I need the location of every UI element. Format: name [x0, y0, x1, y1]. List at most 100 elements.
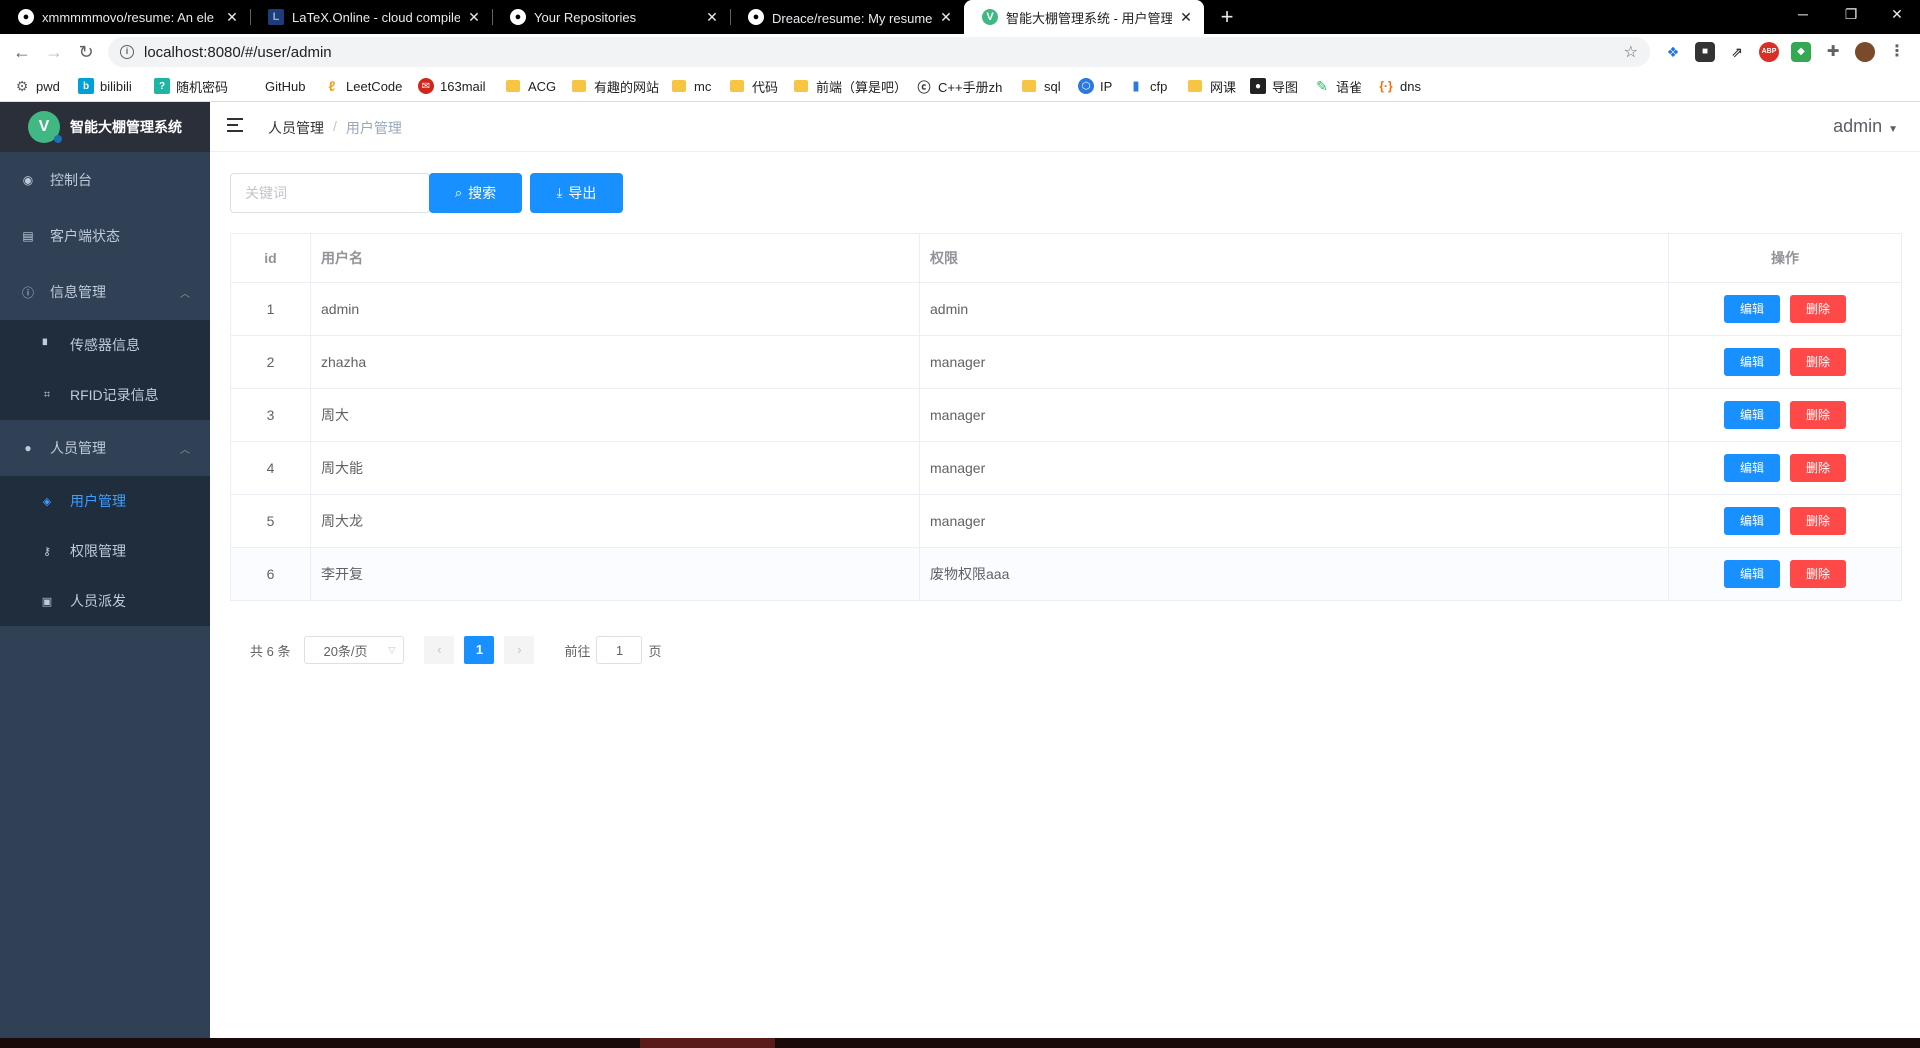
cell-username: 周大龙	[310, 494, 920, 548]
delete-button[interactable]: 删除	[1790, 295, 1846, 323]
bilibili-icon: b	[78, 78, 94, 94]
browser-tab[interactable]: ● xmmmmmovo/resume: An ele ✕	[0, 0, 250, 34]
close-icon[interactable]: ✕	[224, 9, 240, 26]
page-size-select[interactable]: 20条/页 ▽	[304, 636, 405, 664]
sidebar-item-user-management[interactable]: ◈ 用户管理	[0, 476, 210, 526]
bookmark-item[interactable]: {·} dns	[1378, 76, 1421, 96]
bookmark-item[interactable]: ⓒ C++手册zh	[916, 76, 1002, 96]
edit-button[interactable]: 编辑	[1724, 295, 1780, 323]
menu-kebab-icon[interactable]: ⋮	[1887, 42, 1907, 62]
bookmark-folder[interactable]: sql	[1022, 76, 1061, 96]
app-logo[interactable]: V 智能大棚管理系统	[0, 102, 210, 152]
folder-icon	[730, 80, 744, 92]
github-icon: ●	[510, 9, 526, 25]
puzzle-icon[interactable]: ✚	[1823, 42, 1843, 62]
bookmark-item[interactable]: ⬡ IP	[1078, 76, 1112, 96]
close-window-button[interactable]: ✕	[1874, 0, 1920, 30]
reload-icon[interactable]: ↻	[72, 38, 100, 66]
delete-button[interactable]: 删除	[1790, 401, 1846, 429]
user-icon: ●	[24, 441, 32, 455]
bookmark-item[interactable]: b bilibili	[78, 76, 132, 96]
browser-tab-strip: ● xmmmmmovo/resume: An ele ✕ L LaTeX.Onl…	[0, 0, 1920, 34]
new-tab-button[interactable]: +	[1214, 4, 1240, 30]
search-button[interactable]: ⌕ 搜索	[429, 173, 522, 213]
bookmark-folder[interactable]: 有趣的网站	[572, 76, 659, 96]
bookmark-star-icon[interactable]: ☆	[1624, 42, 1638, 62]
info-circle-icon: ⓘ	[21, 285, 34, 300]
close-icon[interactable]: ✕	[1178, 9, 1194, 26]
bookmark-folder[interactable]: 前端（算是吧）	[794, 76, 907, 96]
column-header-actions: 操作	[1668, 233, 1902, 283]
breadcrumb-item[interactable]: 人员管理	[268, 118, 324, 138]
bookmark-folder[interactable]: 代码	[730, 76, 778, 96]
profile-avatar-icon[interactable]	[1855, 42, 1875, 62]
sidebar-item-dashboard[interactable]: ◉ 控制台	[0, 152, 210, 208]
cell-actions: 编辑 删除	[1668, 494, 1902, 548]
adblock-icon[interactable]: ABP	[1759, 42, 1779, 62]
export-button[interactable]: ⤓ 导出	[530, 173, 623, 213]
bookmark-folder[interactable]: ACG	[506, 76, 556, 96]
sidebar-item-staff-dispatch[interactable]: ▣ 人员派发	[0, 576, 210, 626]
sidebar-item-permission-management[interactable]: ⚷ 权限管理	[0, 526, 210, 576]
delete-button[interactable]: 删除	[1790, 454, 1846, 482]
taskbar-item[interactable]	[640, 1038, 775, 1048]
browser-tab-active[interactable]: V 智能大棚管理系统 - 用户管理 ✕	[964, 0, 1204, 34]
extension-icon[interactable]: ⇗	[1727, 42, 1747, 62]
sidebar-item-rfid-info[interactable]: ⌗ RFID记录信息	[0, 370, 210, 420]
bookmark-folder[interactable]: mc	[672, 76, 711, 96]
address-bar[interactable]: i localhost:8080/#/user/admin ☆	[108, 37, 1650, 67]
bookmark-item[interactable]: ✉ 163mail	[418, 76, 486, 96]
delete-button[interactable]: 删除	[1790, 507, 1846, 535]
sidebar-item-staff-management[interactable]: ● 人员管理 ︿	[0, 420, 210, 476]
browser-tab[interactable]: ● Dreace/resume: My resume/个 ✕	[730, 0, 964, 34]
password-icon: ?	[154, 78, 170, 94]
edit-button[interactable]: 编辑	[1724, 401, 1780, 429]
bookmark-item[interactable]: ℓ LeetCode	[324, 76, 402, 96]
username-label: admin	[1833, 116, 1883, 136]
minimize-button[interactable]: ─	[1780, 0, 1826, 30]
edit-button[interactable]: 编辑	[1724, 560, 1780, 588]
delete-button[interactable]: 删除	[1790, 560, 1846, 588]
back-icon[interactable]: ←	[8, 38, 36, 66]
next-page-button[interactable]: ›	[504, 636, 535, 664]
close-icon[interactable]: ✕	[938, 9, 954, 26]
pagination-total: 共 6 条	[250, 643, 291, 659]
close-icon[interactable]: ✕	[466, 9, 482, 26]
sidebar-item-sensor-info[interactable]: ▘ 传感器信息	[0, 320, 210, 370]
bookmark-item[interactable]: GitHub	[243, 76, 305, 96]
edit-button[interactable]: 编辑	[1724, 454, 1780, 482]
bookmark-item[interactable]: ● 导图	[1250, 76, 1298, 96]
edit-button[interactable]: 编辑	[1724, 507, 1780, 535]
goto-page-input[interactable]	[596, 636, 643, 664]
restore-button[interactable]: ❐	[1828, 0, 1874, 30]
hamburger-icon[interactable]	[227, 118, 243, 132]
submenu-staff: ◈ 用户管理 ⚷ 权限管理 ▣ 人员派发	[0, 476, 210, 626]
user-dropdown[interactable]: admin ▼	[1833, 116, 1898, 137]
bookmark-folder[interactable]: 网课	[1188, 76, 1236, 96]
bookmark-item[interactable]: ? 随机密码	[154, 76, 228, 96]
extension-icon[interactable]: ❖	[1663, 42, 1683, 62]
browser-tab[interactable]: L LaTeX.Online - cloud compiler ✕	[250, 0, 492, 34]
table-row: 5 周大龙 manager 编辑 删除	[230, 494, 1902, 548]
submenu-info: ▘ 传感器信息 ⌗ RFID记录信息	[0, 320, 210, 420]
edit-button[interactable]: 编辑	[1724, 348, 1780, 376]
browser-tab[interactable]: ● Your Repositories ✕	[492, 0, 730, 34]
extension-icon[interactable]: ■	[1695, 42, 1715, 62]
sidebar-item-client-status[interactable]: ▤ 客户端状态	[0, 208, 210, 264]
delete-button[interactable]: 删除	[1790, 348, 1846, 376]
info-icon[interactable]: i	[120, 45, 134, 59]
close-icon[interactable]: ✕	[704, 9, 720, 26]
bookmark-item[interactable]: ✎ 语雀	[1314, 76, 1362, 96]
bookmark-item[interactable]: ⚙ pwd	[14, 76, 60, 96]
prev-page-button[interactable]: ‹	[424, 636, 455, 664]
chevron-down-icon: ▽	[388, 644, 396, 655]
forward-icon[interactable]: →	[40, 38, 68, 66]
extension-icon[interactable]: ◆	[1791, 42, 1811, 62]
leetcode-icon: ℓ	[324, 78, 340, 94]
bookmark-item[interactable]: ▮ cfp	[1128, 76, 1167, 96]
table-row: 4 周大能 manager 编辑 删除	[230, 441, 1902, 495]
sidebar-item-info-management[interactable]: ⓘ 信息管理 ︿	[0, 264, 210, 320]
column-header-username: 用户名	[310, 233, 920, 283]
page-number-current[interactable]: 1	[464, 636, 495, 664]
keyword-search-input[interactable]	[230, 173, 430, 213]
